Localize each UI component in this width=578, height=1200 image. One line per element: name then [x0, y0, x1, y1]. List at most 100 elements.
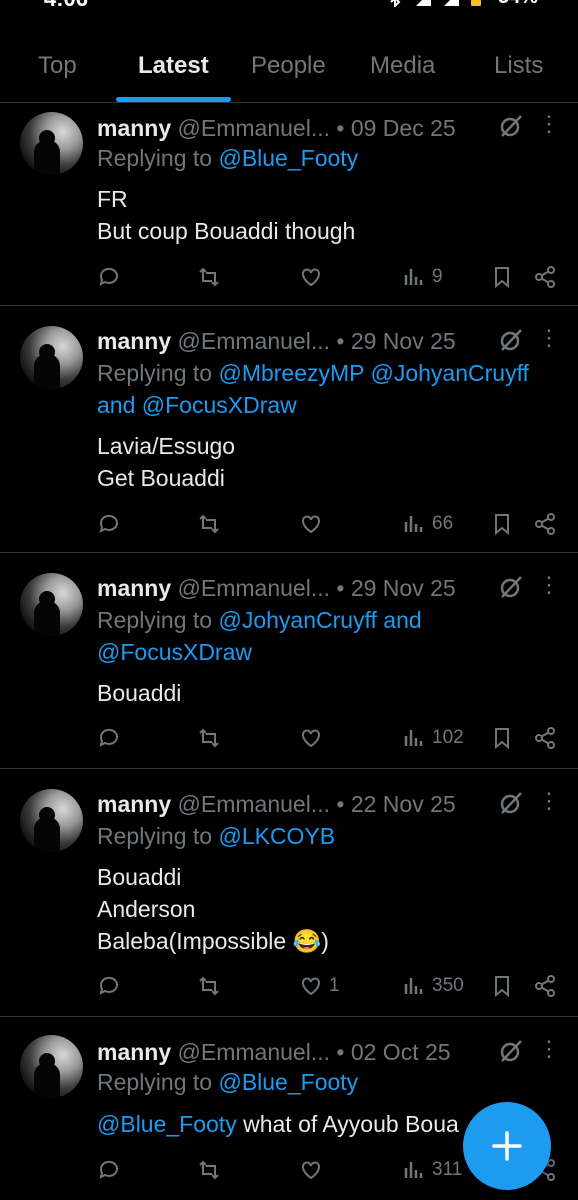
heart-icon [302, 515, 320, 534]
more-options-icon[interactable]: ⋮ [538, 327, 560, 353]
author-handle[interactable]: @Emmanuel... [178, 575, 330, 601]
mention-link[interactable]: @JohyanCruyff and [218, 607, 421, 633]
like-button[interactable]: 1 [299, 971, 340, 1001]
bookmark-button[interactable] [490, 509, 514, 539]
tweet[interactable]: manny @Emmanuel... • 09 Dec 25 ⋮ Replyin… [0, 103, 578, 306]
tweet-date[interactable]: • 29 Nov 25 [336, 575, 455, 601]
tweet-header: manny @Emmanuel... • 29 Nov 25 [97, 575, 456, 602]
reply-button[interactable] [97, 971, 121, 1001]
grok-icon[interactable] [498, 790, 524, 816]
author-handle[interactable]: @Emmanuel... [178, 328, 330, 354]
more-options-icon[interactable]: ⋮ [538, 113, 560, 139]
views-button[interactable]: 9 [402, 262, 443, 292]
like-button[interactable] [299, 1155, 329, 1185]
like-button[interactable] [299, 723, 329, 753]
view-count: 311 [432, 1159, 463, 1180]
replying-prefix: Replying to [97, 1069, 219, 1095]
more-options-icon[interactable]: ⋮ [538, 790, 560, 816]
tweet[interactable]: manny @Emmanuel... • 29 Nov 25 ⋮ Replyin… [0, 306, 578, 553]
grok-icon[interactable] [498, 327, 524, 353]
tweet-text: Bouaddi [97, 677, 181, 709]
bookmark-button[interactable] [490, 262, 514, 292]
author-name[interactable]: manny [97, 328, 171, 354]
tab-latest[interactable]: Latest [138, 52, 209, 80]
tweet[interactable]: manny @Emmanuel... • 29 Nov 25 ⋮ Replyin… [0, 553, 578, 769]
tab-lists[interactable]: Lists [494, 52, 543, 80]
reply-button[interactable] [97, 1155, 121, 1185]
author-handle[interactable]: @Emmanuel... [178, 1039, 330, 1065]
tweet-text: FR But coup Bouaddi though [97, 183, 355, 247]
replying-prefix: Replying to [97, 360, 219, 386]
mention-link[interactable]: @FocusXDraw [97, 639, 252, 665]
tweet-actions: 9 [0, 262, 578, 292]
grok-icon[interactable] [498, 113, 524, 139]
like-count: 1 [329, 975, 340, 996]
grok-icon[interactable] [498, 574, 524, 600]
mention-link[interactable]: @Blue_Footy [218, 1069, 358, 1095]
repost-button[interactable] [197, 509, 221, 539]
views-button[interactable]: 66 [402, 509, 453, 539]
mention-link[interactable]: @JohyanCruyff [371, 360, 529, 386]
mention-link[interactable]: @Blue_Footy [97, 1111, 237, 1137]
bookmark-button[interactable] [490, 971, 514, 1001]
tweet[interactable]: manny @Emmanuel... • 22 Nov 25 ⋮ Replyin… [0, 769, 578, 1017]
author-name[interactable]: manny [97, 791, 171, 817]
avatar[interactable] [20, 789, 83, 852]
author-name[interactable]: manny [97, 1039, 171, 1065]
replying-to: Replying to @LKCOYB [97, 820, 335, 852]
tweet-date[interactable]: • 09 Dec 25 [336, 115, 455, 141]
tab-people[interactable]: People [251, 52, 326, 80]
repost-button[interactable] [197, 971, 221, 1001]
share-button[interactable] [533, 509, 557, 539]
tweet-date[interactable]: • 02 Oct 25 [336, 1039, 450, 1065]
heart-icon [302, 729, 320, 748]
share-button[interactable] [533, 971, 557, 1001]
views-icon [404, 516, 423, 532]
tweet-date[interactable]: • 29 Nov 25 [336, 328, 455, 354]
mention-link[interactable]: @LKCOYB [218, 823, 335, 849]
author-name[interactable]: manny [97, 575, 171, 601]
bookmark-icon [495, 728, 509, 750]
avatar[interactable] [20, 112, 83, 175]
view-count: 9 [432, 266, 443, 287]
bookmark-button[interactable] [490, 723, 514, 753]
like-button[interactable] [299, 509, 329, 539]
repost-button[interactable] [197, 262, 221, 292]
tweet-date[interactable]: • 22 Nov 25 [336, 791, 455, 817]
mention-link[interactable]: @MbreezyMP [218, 360, 364, 386]
mention-link[interactable]: @FocusXDraw [142, 392, 297, 418]
tab-top[interactable]: Top [38, 52, 77, 80]
views-button[interactable]: 102 [402, 723, 464, 753]
mention-link[interactable]: @Blue_Footy [218, 145, 358, 171]
views-button[interactable]: 350 [402, 971, 464, 1001]
repost-icon [199, 976, 219, 996]
avatar[interactable] [20, 326, 83, 389]
tweet-header: manny @Emmanuel... • 22 Nov 25 [97, 791, 456, 818]
more-options-icon[interactable]: ⋮ [538, 1038, 560, 1064]
avatar[interactable] [20, 1035, 83, 1098]
avatar[interactable] [20, 573, 83, 636]
bookmark-icon [495, 267, 509, 289]
tab-media[interactable]: Media [370, 52, 435, 80]
like-button[interactable] [299, 262, 329, 292]
views-icon [404, 978, 423, 994]
author-name[interactable]: manny [97, 115, 171, 141]
battery-icon [470, 0, 488, 7]
share-button[interactable] [533, 723, 557, 753]
reply-button[interactable] [97, 262, 121, 292]
author-handle[interactable]: @Emmanuel... [178, 115, 330, 141]
view-count: 350 [432, 975, 464, 996]
reply-button[interactable] [97, 509, 121, 539]
heart-icon [302, 1161, 320, 1180]
repost-button[interactable] [197, 723, 221, 753]
author-handle[interactable]: @Emmanuel... [178, 791, 330, 817]
share-button[interactable] [533, 262, 557, 292]
repost-button[interactable] [197, 1155, 221, 1185]
more-options-icon[interactable]: ⋮ [538, 574, 560, 600]
tweet-text-line: what of Ayyoub Boua [236, 1111, 459, 1137]
views-button[interactable]: 311 [402, 1155, 462, 1185]
reply-button[interactable] [97, 723, 121, 753]
grok-icon[interactable] [498, 1038, 524, 1064]
compose-fab-button[interactable] [463, 1102, 551, 1190]
battery-percent: 34% [498, 0, 538, 9]
